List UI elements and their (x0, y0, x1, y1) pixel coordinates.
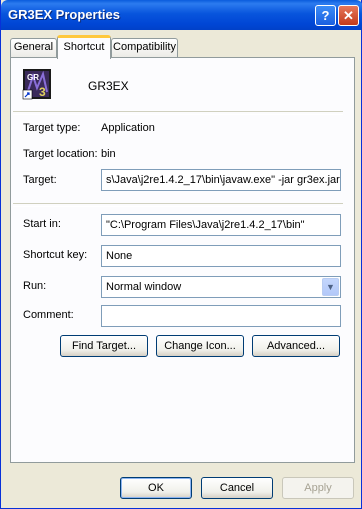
close-button[interactable]: ✕ (338, 5, 359, 26)
separator (13, 111, 343, 115)
start-in-field[interactable]: "C:\Program Files\Java\j2re1.4.2_17\bin" (101, 214, 341, 236)
apply-button[interactable]: Apply (282, 477, 354, 499)
shortcut-key-label: Shortcut key: (23, 249, 88, 261)
target-type-value: Application (101, 122, 155, 134)
window-title: GR3EX Properties (8, 7, 120, 22)
help-button[interactable]: ? (315, 5, 336, 26)
close-icon: ✕ (343, 8, 354, 23)
svg-text:3: 3 (39, 85, 46, 99)
cancel-button[interactable]: Cancel (201, 477, 273, 499)
run-label: Run: (23, 280, 47, 292)
start-in-label: Start in: (23, 218, 61, 230)
target-location-label: Target location: (23, 148, 98, 160)
shortcut-key-field[interactable]: None (101, 245, 341, 267)
shortcut-name: GR3EX (88, 79, 129, 93)
advanced-button[interactable]: Advanced... (252, 335, 340, 357)
tab-general[interactable]: General (10, 38, 57, 57)
change-icon-button[interactable]: Change Icon... (156, 335, 244, 357)
separator (13, 203, 343, 207)
target-label: Target: (23, 174, 57, 186)
target-location-value: bin (101, 148, 116, 160)
title-bar[interactable]: GR3EX Properties ? ✕ (1, 0, 362, 30)
help-icon: ? (321, 8, 330, 23)
chevron-down-icon[interactable]: ▼ (322, 278, 339, 296)
target-field[interactable]: s\Java\j2re1.4.2_17\bin\javaw.exe" -jar … (101, 169, 341, 191)
comment-label: Comment: (23, 309, 74, 321)
tab-shortcut[interactable]: Shortcut (57, 35, 111, 59)
svg-text:GR: GR (27, 73, 39, 82)
comment-field[interactable] (101, 305, 341, 327)
gr3ex-app-icon: GR 3 (22, 69, 51, 100)
ok-button[interactable]: OK (120, 477, 192, 499)
properties-dialog: GR3EX Properties ? ✕ General Shortcut Co… (0, 0, 362, 509)
tab-compatibility[interactable]: Compatibility (111, 38, 178, 57)
target-type-label: Target type: (23, 122, 81, 134)
find-target-button[interactable]: Find Target... (60, 335, 148, 357)
run-value: Normal window (106, 281, 182, 293)
run-dropdown[interactable]: Normal window ▼ (101, 276, 341, 298)
